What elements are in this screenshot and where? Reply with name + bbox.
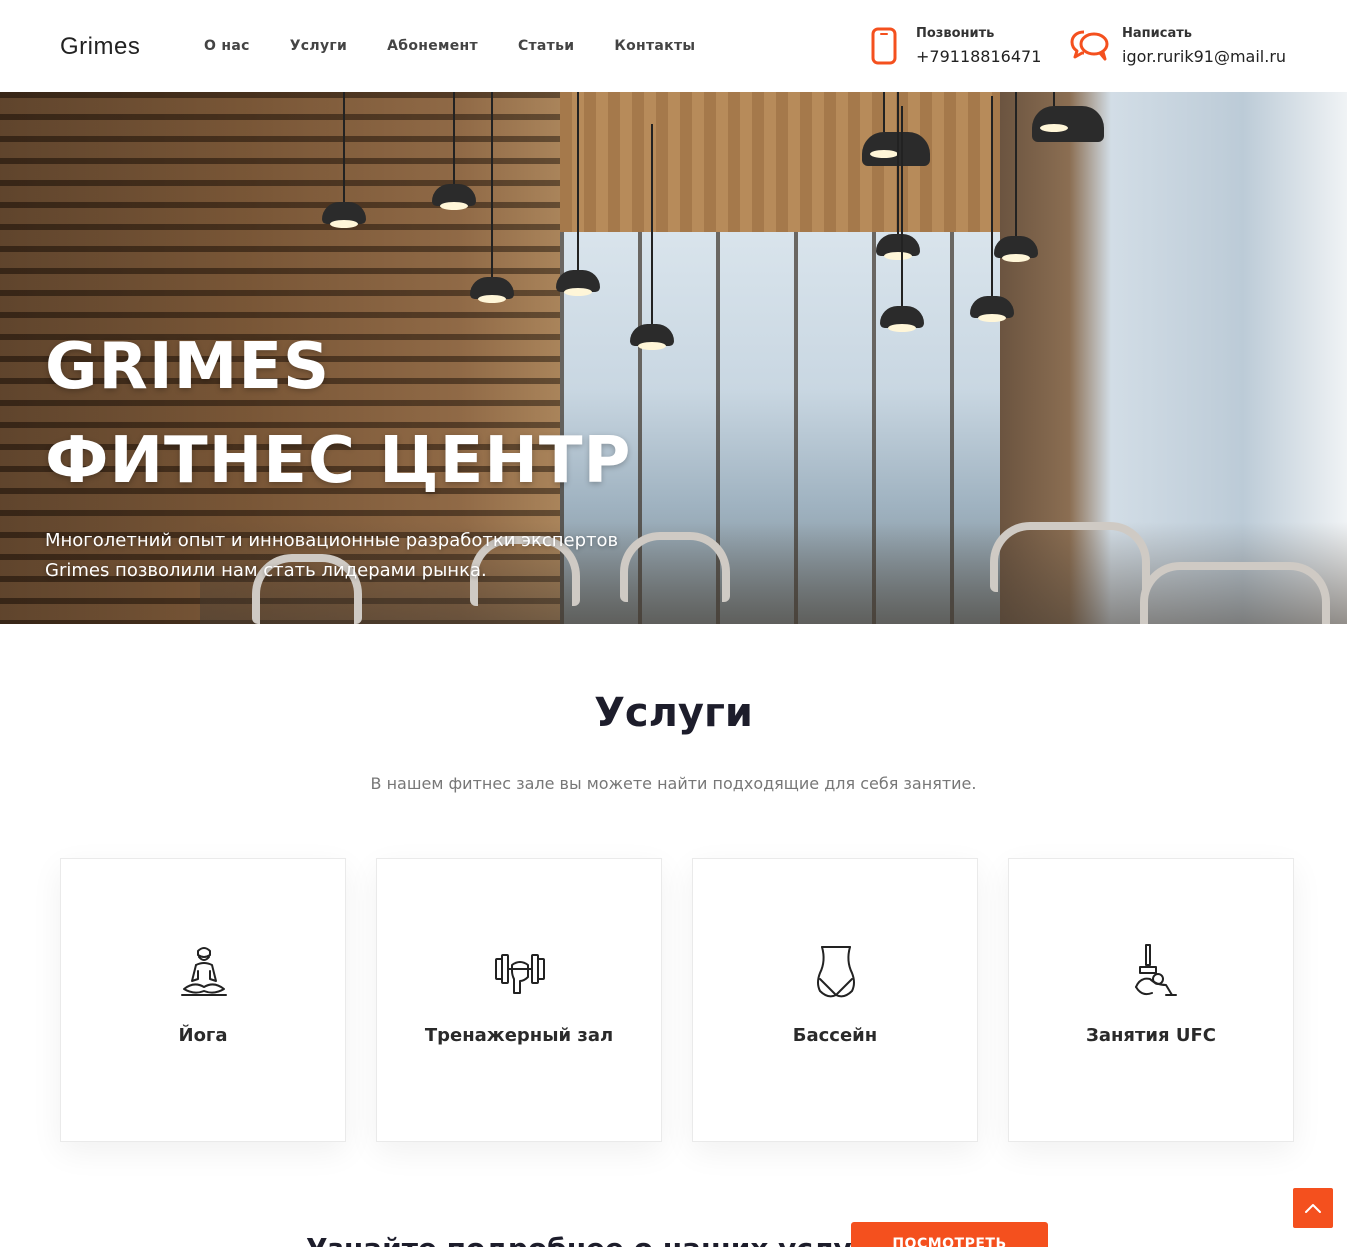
mail-contact[interactable]: Написать igor.rurik91@mail.ru — [1070, 24, 1286, 68]
hero-ceiling — [560, 92, 1000, 232]
elliptical-decor — [1140, 562, 1330, 624]
services-cards: Йога Тренажерный зал Бассейн Занятия UFC — [60, 858, 1294, 1142]
nav-item-articles[interactable]: Статьи — [518, 38, 574, 54]
site-header: Grimes О нас Услуги Абонемент Статьи Кон… — [0, 0, 1347, 92]
dumbbell-icon — [490, 943, 550, 1003]
hero-banner: GRIMES ФИТНЕС ЦЕНТР Многолетний опыт и и… — [0, 92, 1347, 624]
service-label-pool: Бассейн — [792, 1025, 878, 1046]
lamp-decor — [876, 92, 920, 260]
mail-address[interactable]: igor.rurik91@mail.ru — [1122, 47, 1286, 66]
service-label-yoga: Йога — [178, 1025, 228, 1046]
site-logo[interactable]: Grimes — [60, 33, 140, 61]
lamp-decor — [970, 96, 1014, 322]
hero-description: Многолетний опыт и инновационные разрабо… — [45, 526, 645, 586]
service-label-gym: Тренажерный зал — [424, 1025, 614, 1046]
lamp-decor — [880, 106, 924, 332]
cta-text: Узнайте подробнее о наших услугах — [306, 1232, 903, 1247]
nav-item-membership[interactable]: Абонемент — [387, 38, 478, 54]
service-label-ufc: Занятия UFC — [1086, 1025, 1216, 1046]
hero-text-line1: Многолетний опыт и инновационные разрабо… — [45, 530, 619, 551]
lamp-decor — [994, 92, 1038, 262]
services-title: Услуги — [594, 690, 753, 736]
nav-item-about[interactable]: О нас — [204, 38, 250, 54]
waist-icon — [806, 943, 866, 1003]
lamp-decor — [1032, 92, 1104, 142]
mail-label: Написать — [1122, 26, 1192, 41]
chat-icon — [1070, 24, 1110, 68]
scroll-top-label: ВВЕРХ — [1234, 1210, 1277, 1224]
scroll-top-button[interactable] — [1293, 1188, 1333, 1228]
yoga-icon — [174, 943, 234, 1003]
lamp-decor — [470, 92, 514, 303]
elliptical-decor — [990, 522, 1150, 592]
lamp-decor — [556, 92, 600, 296]
services-subtitle: В нашем фитнес зале вы можете найти подх… — [370, 774, 977, 793]
service-card-pool[interactable]: Бассейн — [692, 858, 978, 1142]
nav-item-services[interactable]: Услуги — [290, 38, 347, 54]
chevron-up-icon — [1305, 1204, 1321, 1213]
phone-number[interactable]: +79118816471 — [916, 47, 1041, 66]
service-card-yoga[interactable]: Йога — [60, 858, 346, 1142]
service-card-gym[interactable]: Тренажерный зал — [376, 858, 662, 1142]
phone-contact[interactable]: Позвонить +79118816471 — [864, 24, 1041, 68]
phone-icon — [864, 24, 904, 68]
phone-label: Позвонить — [916, 26, 995, 41]
main-nav: О нас Услуги Абонемент Статьи Контакты — [204, 38, 695, 54]
lamp-decor — [862, 92, 930, 166]
lamp-decor — [630, 124, 674, 350]
hero-title-line1: GRIMES — [45, 330, 331, 404]
hero-title-line2: ФИТНЕС ЦЕНТР — [45, 424, 632, 498]
hero-text-line2: Grimes позволили нам стать лидерами рынк… — [45, 560, 487, 581]
lamp-decor — [322, 92, 366, 228]
view-more-button[interactable]: ПОСМОТРЕТЬ — [851, 1222, 1048, 1247]
hero-title: GRIMES ФИТНЕС ЦЕНТР — [45, 320, 631, 508]
lamp-decor — [432, 92, 476, 210]
service-card-ufc[interactable]: Занятия UFC — [1008, 858, 1294, 1142]
nav-item-contacts[interactable]: Контакты — [614, 38, 695, 54]
stretch-icon — [1122, 943, 1182, 1003]
